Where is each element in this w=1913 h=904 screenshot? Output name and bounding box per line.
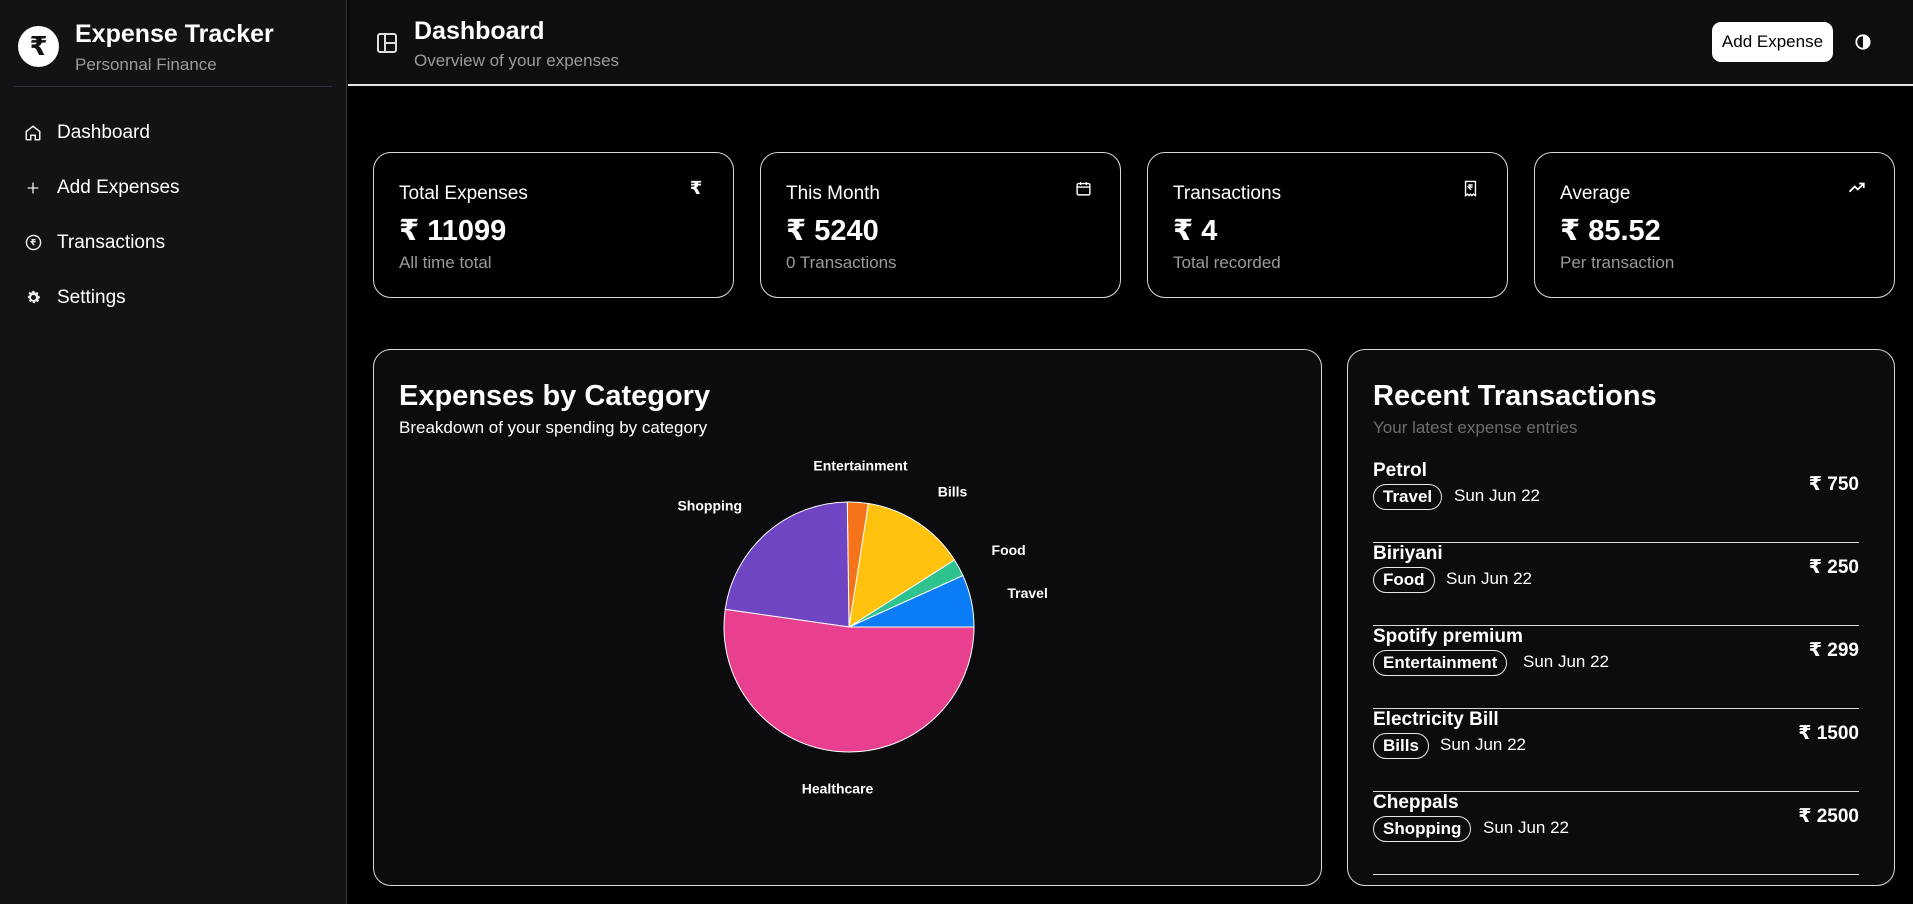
stat-card-total-expenses: Total Expenses ₹ 11099 All time total ₹ [373, 152, 734, 298]
recent-subtitle: Your latest expense entries [1373, 418, 1578, 437]
pie-slice-healthcare[interactable] [723, 608, 975, 753]
stat-label: Total Expenses [399, 183, 528, 204]
stat-label: This Month [786, 183, 880, 204]
transaction-amount: ₹ 1500 [1798, 723, 1859, 744]
sidebar: ₹ Expense Tracker Personnal Finance Dash… [0, 0, 347, 904]
transaction-date: Sun Jun 22 [1440, 735, 1527, 754]
add-expense-button[interactable]: Add Expense [1712, 22, 1833, 62]
sidebar-item-label: Add Expenses [57, 176, 180, 198]
stat-value: ₹ 11099 [399, 215, 507, 247]
transaction-row[interactable]: Cheppals Shopping Sun Jun 22 ₹ 2500 [1373, 792, 1859, 875]
category-badge: Shopping [1373, 816, 1472, 842]
calendar-icon [1074, 179, 1092, 197]
pie-label-shopping: Shopping [677, 497, 742, 513]
transaction-name: Biriyani [1373, 543, 1443, 564]
category-badge: Travel [1373, 484, 1443, 510]
transaction-amount: ₹ 299 [1808, 640, 1859, 661]
sidebar-item-transactions[interactable]: Transactions [14, 215, 334, 270]
stat-value: ₹ 5240 [786, 215, 879, 247]
pie-slice-shopping[interactable] [724, 501, 850, 628]
transaction-amount: ₹ 250 [1808, 557, 1859, 578]
stat-card-average: Average ₹ 85.52 Per transaction [1534, 152, 1895, 298]
transaction-date: Sun Jun 22 [1454, 486, 1541, 505]
sidebar-item-add-expenses[interactable]: Add Expenses [14, 160, 334, 215]
transaction-amount: ₹ 750 [1808, 474, 1859, 495]
category-badge: Food [1373, 567, 1435, 593]
rupee-icon: ₹ [689, 177, 703, 198]
pie-label-bills: Bills [938, 484, 968, 500]
stat-note: All time total [399, 253, 492, 272]
plus-icon [24, 179, 42, 197]
transaction-row[interactable]: Petrol Travel Sun Jun 22 ₹ 750 [1373, 460, 1859, 543]
transaction-amount: ₹ 2500 [1798, 806, 1859, 827]
gear-icon [24, 289, 42, 307]
transaction-row[interactable]: Spotify premium Entertainment Sun Jun 22… [1373, 626, 1859, 709]
sidebar-item-label: Settings [57, 286, 126, 308]
stat-label: Transactions [1173, 183, 1282, 204]
sidebar-item-settings[interactable]: Settings [14, 270, 334, 325]
transaction-name: Cheppals [1373, 792, 1459, 813]
recent-transactions-panel: Recent Transactions Your latest expense … [1347, 349, 1895, 886]
stat-label: Average [1560, 183, 1631, 204]
brand-title: Expense Tracker [75, 20, 274, 48]
sidebar-toggle-icon[interactable] [375, 31, 399, 55]
transaction-date: Sun Jun 22 [1483, 818, 1570, 837]
transaction-name: Electricity Bill [1373, 709, 1499, 730]
pie-label-travel: Travel [1007, 585, 1047, 601]
pie-label-entertainment: Entertainment [813, 457, 907, 473]
transaction-list: Petrol Travel Sun Jun 22 ₹ 750 Biriyani … [1373, 460, 1859, 875]
transaction-row[interactable]: Biriyani Food Sun Jun 22 ₹ 250 [1373, 543, 1859, 626]
transaction-date: Sun Jun 22 [1523, 652, 1610, 671]
theme-toggle-icon[interactable] [1853, 32, 1873, 52]
transaction-row[interactable]: Electricity Bill Bills Sun Jun 22 ₹ 1500 [1373, 709, 1859, 792]
pie-label-healthcare: Healthcare [802, 781, 874, 797]
trending-up-icon [1848, 179, 1866, 197]
sidebar-item-label: Transactions [57, 231, 166, 253]
page-subtitle: Overview of your expenses [414, 51, 620, 70]
stat-value: ₹ 4 [1173, 215, 1218, 247]
category-badge: Entertainment [1373, 650, 1508, 676]
home-icon [24, 124, 42, 142]
stat-note: Per transaction [1560, 253, 1675, 272]
receipt-icon [1461, 179, 1479, 197]
stat-value: ₹ 85.52 [1560, 215, 1661, 247]
sidebar-item-dashboard[interactable]: Dashboard [14, 105, 334, 160]
page-title: Dashboard [414, 17, 545, 45]
rupee-circle-icon [24, 234, 42, 252]
brand-subtitle: Personnal Finance [75, 55, 217, 74]
transaction-name: Spotify premium [1373, 626, 1523, 647]
stat-card-this-month: This Month ₹ 5240 0 Transactions [760, 152, 1121, 298]
category-badge: Bills [1373, 733, 1429, 759]
stat-note: 0 Transactions [786, 253, 897, 272]
sidebar-nav: Dashboard Add Expenses Transactions Sett… [14, 105, 334, 325]
stat-note: Total recorded [1173, 253, 1281, 272]
brand: ₹ Expense Tracker Personnal Finance [14, 14, 332, 87]
top-header: Dashboard Overview of your expenses Add … [348, 0, 1913, 86]
category-chart-panel: Expenses by Category Breakdown of your s… [373, 349, 1322, 886]
sidebar-item-label: Dashboard [57, 121, 150, 143]
transaction-name: Petrol [1373, 460, 1427, 481]
pie-chart: Travel Food Bills Entertainment Shopping Heal… [677, 457, 1047, 797]
rupee-logo-icon: ₹ [18, 26, 59, 67]
pie-label-food: Food [992, 542, 1026, 558]
stat-card-transactions: Transactions ₹ 4 Total recorded [1147, 152, 1508, 298]
transaction-date: Sun Jun 22 [1446, 569, 1533, 588]
recent-title: Recent Transactions [1373, 380, 1657, 412]
